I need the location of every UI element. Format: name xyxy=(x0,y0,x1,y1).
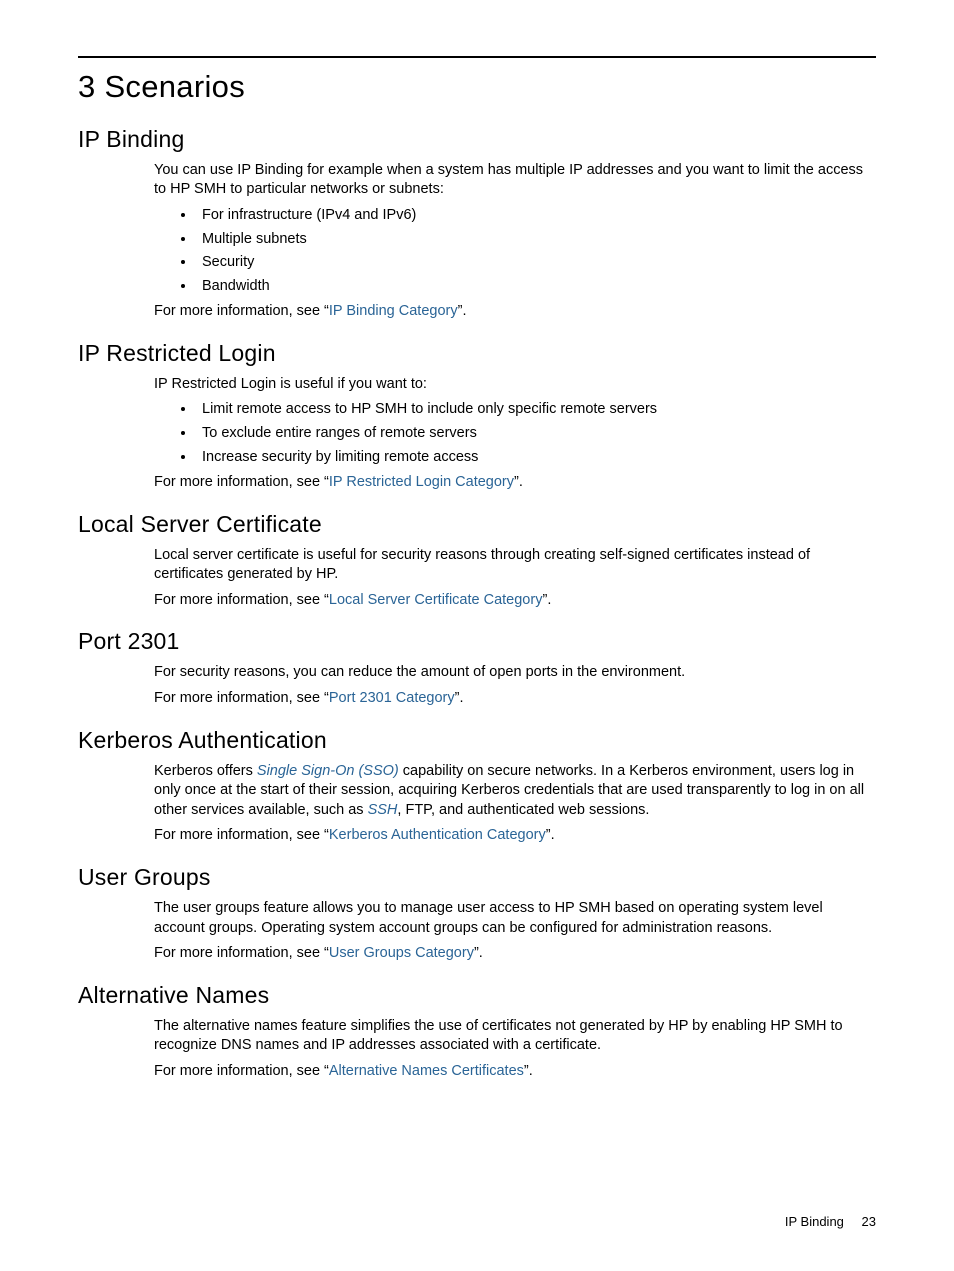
text: For more information, see xyxy=(154,827,324,843)
more-info: For more information, see User Groups Ca… xyxy=(154,944,876,964)
list-item: To exclude entire ranges of remote serve… xyxy=(196,424,876,444)
link-ip-binding-category[interactable]: IP Binding Category xyxy=(329,303,458,319)
more-info: For more information, see Alternative Na… xyxy=(154,1062,876,1082)
text: For more information, see xyxy=(154,945,324,961)
link-ip-restricted-login-category[interactable]: IP Restricted Login Category xyxy=(329,474,514,490)
list-item: For infrastructure (IPv4 and IPv6) xyxy=(196,206,876,226)
heading-ip-binding: IP Binding xyxy=(78,124,876,155)
link-ssh[interactable]: SSH xyxy=(368,802,398,818)
text: For more information, see xyxy=(154,474,324,490)
heading-local-server-certificate: Local Server Certificate xyxy=(78,509,876,540)
top-rule xyxy=(78,56,876,58)
text: . xyxy=(519,474,523,490)
section-kerberos-authentication: Kerberos offers Single Sign-On (SSO) cap… xyxy=(154,762,876,846)
paragraph: The user groups feature allows you to ma… xyxy=(154,899,876,938)
link-user-groups-category[interactable]: User Groups Category xyxy=(329,945,474,961)
link-alternative-names-certificates[interactable]: Alternative Names Certificates xyxy=(329,1063,524,1079)
link-single-sign-on[interactable]: Single Sign-On (SSO) xyxy=(257,763,399,779)
text: For more information, see xyxy=(154,1063,324,1079)
list-item: Bandwidth xyxy=(196,277,876,297)
page-number: 23 xyxy=(862,1214,876,1229)
paragraph: Kerberos offers Single Sign-On (SSO) cap… xyxy=(154,762,876,821)
section-port-2301: For security reasons, you can reduce the… xyxy=(154,663,876,708)
more-info: For more information, see Local Server C… xyxy=(154,591,876,611)
link-kerberos-authentication-category[interactable]: Kerberos Authentication Category xyxy=(329,827,546,843)
bullet-list: Limit remote access to HP SMH to include… xyxy=(154,400,876,467)
more-info: For more information, see IP Binding Cat… xyxy=(154,302,876,322)
text: For more information, see xyxy=(154,592,324,608)
link-port-2301-category[interactable]: Port 2301 Category xyxy=(329,690,455,706)
paragraph: IP Restricted Login is useful if you wan… xyxy=(154,375,876,395)
heading-ip-restricted-login: IP Restricted Login xyxy=(78,338,876,369)
heading-port-2301: Port 2301 xyxy=(78,626,876,657)
text: For more information, see xyxy=(154,303,324,319)
paragraph: You can use IP Binding for example when … xyxy=(154,161,876,200)
list-item: Security xyxy=(196,253,876,273)
section-ip-restricted-login: IP Restricted Login is useful if you wan… xyxy=(154,375,876,493)
list-item: Limit remote access to HP SMH to include… xyxy=(196,400,876,420)
list-item: Multiple subnets xyxy=(196,230,876,250)
more-info: For more information, see Kerberos Authe… xyxy=(154,826,876,846)
text: . xyxy=(459,690,463,706)
heading-user-groups: User Groups xyxy=(78,862,876,893)
link-local-server-certificate-category[interactable]: Local Server Certificate Category xyxy=(329,592,543,608)
paragraph: Local server certificate is useful for s… xyxy=(154,546,876,585)
more-info: For more information, see Port 2301 Cate… xyxy=(154,689,876,709)
list-item: Increase security by limiting remote acc… xyxy=(196,448,876,468)
page: 3 Scenarios IP Binding You can use IP Bi… xyxy=(0,0,954,1271)
heading-kerberos-authentication: Kerberos Authentication xyxy=(78,725,876,756)
section-local-server-certificate: Local server certificate is useful for s… xyxy=(154,546,876,611)
text: . xyxy=(529,1063,533,1079)
section-user-groups: The user groups feature allows you to ma… xyxy=(154,899,876,964)
text: . xyxy=(547,592,551,608)
section-alternative-names: The alternative names feature simplifies… xyxy=(154,1017,876,1082)
footer-section-label: IP Binding xyxy=(785,1214,844,1229)
text: . xyxy=(551,827,555,843)
section-ip-binding: You can use IP Binding for example when … xyxy=(154,161,876,322)
bullet-list: For infrastructure (IPv4 and IPv6) Multi… xyxy=(154,206,876,296)
more-info: For more information, see IP Restricted … xyxy=(154,473,876,493)
text: . xyxy=(479,945,483,961)
paragraph: The alternative names feature simplifies… xyxy=(154,1017,876,1056)
text: , FTP, and authenticated web sessions. xyxy=(397,802,649,818)
text: . xyxy=(462,303,466,319)
text: Kerberos offers xyxy=(154,763,257,779)
paragraph: For security reasons, you can reduce the… xyxy=(154,663,876,683)
heading-alternative-names: Alternative Names xyxy=(78,980,876,1011)
page-footer: IP Binding 23 xyxy=(785,1213,876,1231)
text: For more information, see xyxy=(154,690,324,706)
chapter-title: 3 Scenarios xyxy=(78,66,876,108)
